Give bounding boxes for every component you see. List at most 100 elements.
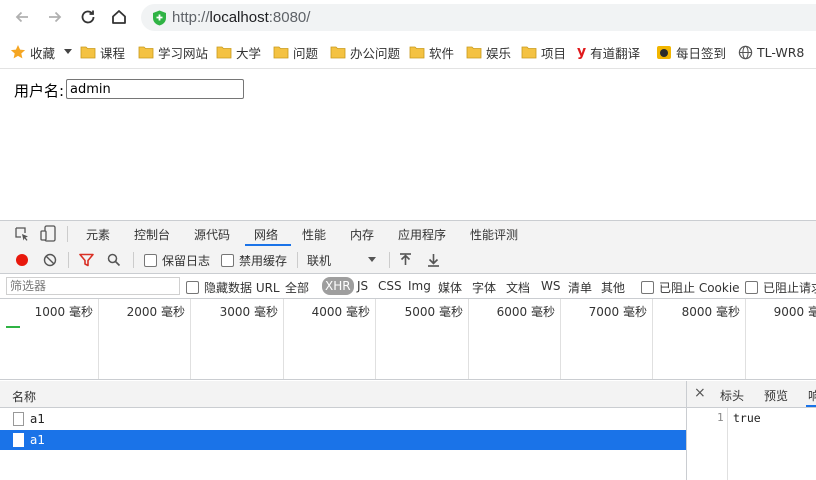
bookmark-label: 学习网站 bbox=[158, 45, 209, 61]
filter-type-button[interactable]: 媒体 bbox=[438, 279, 462, 296]
bookmark-folder[interactable]: 问题 bbox=[273, 43, 318, 61]
checkbox-box[interactable] bbox=[641, 281, 654, 294]
checkbox-box[interactable] bbox=[221, 254, 234, 267]
response-tab-bar bbox=[687, 381, 816, 408]
request-row[interactable]: a1 bbox=[0, 430, 686, 450]
filter-input[interactable]: 筛选器 bbox=[6, 277, 180, 295]
timeline-overview[interactable]: 1000 毫秒 2000 毫秒 3000 毫秒 4000 毫秒 5000 毫秒 6000 … bbox=[0, 299, 816, 380]
devtools-tab[interactable]: 应用程序 bbox=[398, 226, 446, 243]
bookmark-favorites[interactable]: 收藏 bbox=[10, 43, 73, 61]
filter-type-button[interactable]: CSS bbox=[378, 279, 402, 293]
bookmark-daily-checkin[interactable]: 每日签到 bbox=[656, 43, 726, 61]
filter-funnel-icon[interactable] bbox=[79, 253, 94, 267]
blocked-requests-checkbox[interactable]: 已阻止请求 bbox=[745, 279, 816, 296]
filter-type-button[interactable]: 文档 bbox=[506, 279, 530, 296]
tab-response[interactable]: 响应 bbox=[808, 387, 816, 404]
bookmark-folder[interactable]: 大学 bbox=[216, 43, 261, 61]
bookmark-tplink[interactable]: TL-WR8 bbox=[738, 43, 804, 61]
username-label: 用户名: bbox=[14, 82, 65, 100]
reload-button[interactable] bbox=[75, 4, 101, 30]
timeline-gridline bbox=[190, 299, 191, 379]
bookmark-folder[interactable]: 课程 bbox=[80, 43, 125, 61]
devtools-tab[interactable]: 性能评测 bbox=[470, 226, 518, 243]
forward-button[interactable] bbox=[42, 4, 68, 30]
inspect-element-icon[interactable] bbox=[14, 226, 30, 242]
preserve-log-checkbox[interactable]: 保留日志 bbox=[144, 252, 210, 269]
checkin-logo-icon bbox=[656, 44, 672, 60]
name-column-header[interactable]: 名称 bbox=[12, 388, 36, 405]
bookmarks-bar: 收藏 课程 学习网站 大学 问题 办公问题 软件 娱乐 项目 y 有道翻译 每日签到 TL-W… bbox=[0, 36, 816, 69]
filter-type-button[interactable]: Img bbox=[408, 279, 431, 293]
bookmark-label: 娱乐 bbox=[486, 45, 512, 61]
devtools-tab[interactable]: 源代码 bbox=[194, 226, 230, 243]
bookmark-label: 办公问题 bbox=[350, 45, 401, 61]
filter-type-button[interactable]: 其他 bbox=[601, 279, 625, 296]
filter-bar: 筛选器 隐藏数据 URL 全部 XHR JS CSS Img 媒体 字体 文档 WS 清单 其他 已… bbox=[0, 274, 816, 299]
back-button[interactable] bbox=[9, 4, 35, 30]
hide-data-urls-label: 隐藏数据 URL bbox=[204, 281, 280, 295]
timeline-label: 5000 毫秒 bbox=[404, 305, 463, 319]
checkbox-box[interactable] bbox=[745, 281, 758, 294]
bookmark-label: TL-WR8 bbox=[757, 44, 805, 60]
filter-type-button[interactable]: WS bbox=[541, 279, 560, 293]
bookmark-label: 课程 bbox=[100, 45, 126, 61]
tool-divider bbox=[389, 252, 390, 268]
bookmark-folder[interactable]: 软件 bbox=[409, 43, 454, 61]
request-row[interactable]: a1 bbox=[0, 409, 686, 429]
youdao-logo-icon: y bbox=[577, 44, 587, 60]
filter-type-button[interactable]: XHR bbox=[322, 277, 354, 295]
devtools-tab[interactable]: 内存 bbox=[350, 226, 374, 243]
url-host: localhost bbox=[209, 9, 269, 26]
folder-icon bbox=[273, 45, 289, 59]
devtools-tab[interactable]: 元素 bbox=[86, 226, 110, 243]
bookmark-folder[interactable]: 办公问题 bbox=[330, 43, 400, 61]
bookmark-folder[interactable]: 娱乐 bbox=[466, 43, 511, 61]
filter-type-button[interactable]: 全部 bbox=[285, 279, 309, 296]
record-icon[interactable] bbox=[15, 253, 29, 267]
folder-icon bbox=[466, 45, 482, 59]
clear-icon[interactable] bbox=[43, 253, 57, 267]
devtools-tab[interactable]: 控制台 bbox=[134, 226, 170, 243]
folder-icon bbox=[138, 45, 154, 59]
filter-type-button[interactable]: 清单 bbox=[568, 279, 592, 296]
url-port-path: :8080/ bbox=[268, 9, 311, 26]
bookmark-youdao[interactable]: y 有道翻译 bbox=[577, 43, 640, 61]
close-icon[interactable]: × bbox=[694, 385, 706, 401]
home-button[interactable] bbox=[106, 4, 132, 30]
bookmark-label: 项目 bbox=[541, 45, 567, 61]
checkbox-box[interactable] bbox=[144, 254, 157, 267]
bookmark-label: 收藏 bbox=[30, 45, 56, 61]
timeline-label: 4000 毫秒 bbox=[311, 305, 370, 319]
import-har-icon[interactable] bbox=[399, 253, 412, 267]
tab-preview[interactable]: 预览 bbox=[764, 387, 788, 404]
folder-icon bbox=[521, 45, 537, 59]
username-input[interactable] bbox=[66, 79, 244, 99]
timeline-label: 7000 毫秒 bbox=[588, 305, 647, 319]
timeline-gridline bbox=[283, 299, 284, 379]
devtools-tab-bar: 元素 控制台 源代码 网络 性能 内存 应用程序 性能评测 bbox=[0, 220, 816, 248]
filter-type-button[interactable]: 字体 bbox=[472, 279, 496, 296]
blocked-cookies-checkbox[interactable]: 已阻止 Cookie bbox=[641, 279, 740, 296]
bookmark-folder[interactable]: 项目 bbox=[521, 43, 566, 61]
bookmark-label: 每日签到 bbox=[676, 45, 726, 61]
bookmark-label: 大学 bbox=[236, 45, 262, 61]
disable-cache-checkbox[interactable]: 禁用缓存 bbox=[221, 252, 287, 269]
file-icon bbox=[13, 433, 24, 447]
throttling-select[interactable]: 联机 bbox=[307, 252, 379, 269]
address-url[interactable]: http://localhost:8080/ bbox=[172, 9, 310, 26]
checkbox-box[interactable] bbox=[186, 281, 199, 294]
request-name: a1 bbox=[30, 433, 45, 447]
device-toolbar-icon[interactable] bbox=[40, 225, 58, 242]
export-har-icon[interactable] bbox=[427, 253, 440, 267]
bookmark-folder[interactable]: 学习网站 bbox=[138, 43, 208, 61]
line-number: 1 bbox=[717, 411, 724, 424]
hide-data-urls-checkbox[interactable]: 隐藏数据 URL bbox=[186, 279, 280, 296]
devtools-tab[interactable]: 性能 bbox=[302, 226, 326, 243]
search-icon[interactable] bbox=[107, 253, 121, 267]
filter-type-button[interactable]: JS bbox=[357, 279, 368, 293]
tab-headers[interactable]: 标头 bbox=[720, 387, 744, 404]
throttling-value: 联机 bbox=[307, 254, 332, 268]
devtools-tab[interactable]: 网络 bbox=[254, 226, 278, 243]
timeline-label: 1000 毫秒 bbox=[34, 305, 93, 319]
blocked-cookies-label: 已阻止 Cookie bbox=[659, 281, 740, 295]
